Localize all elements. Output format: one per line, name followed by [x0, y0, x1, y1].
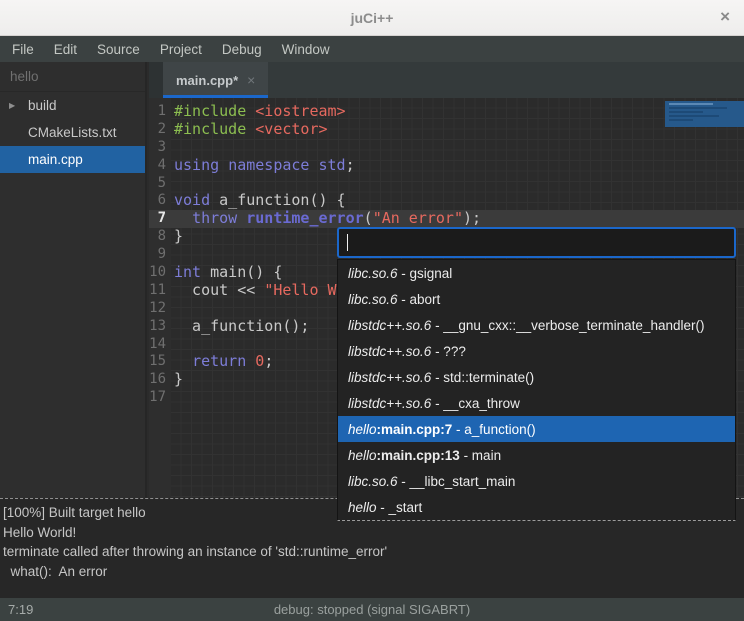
- expander-icon[interactable]: ▶: [9, 92, 15, 119]
- titlebar: juCi++ ×: [0, 0, 744, 36]
- menu-project[interactable]: Project: [150, 39, 212, 60]
- menu-file[interactable]: File: [2, 39, 44, 60]
- app-window: juCi++ × File Edit Source Project Debug …: [0, 0, 744, 621]
- code-line[interactable]: 4using namespace std;: [149, 157, 744, 175]
- line-number: 9: [149, 246, 171, 264]
- menu-edit[interactable]: Edit: [44, 39, 87, 60]
- sidebar-item-build[interactable]: ▶ build: [0, 92, 145, 119]
- backtrace-item[interactable]: libstdc++.so.6 - ???: [338, 338, 735, 364]
- project-sidebar: hello ▶ build CMakeLists.txt main.cpp: [0, 62, 147, 498]
- line-number: 11: [149, 282, 171, 300]
- sidebar-item-cmakelists[interactable]: CMakeLists.txt: [0, 119, 145, 146]
- code-line[interactable]: 2#include <vector>: [149, 121, 744, 139]
- line-number: 16: [149, 371, 171, 389]
- code-line[interactable]: 1#include <iostream>: [149, 103, 744, 121]
- backtrace-popup: libc.so.6 - gsignallibc.so.6 - abortlibs…: [337, 227, 736, 521]
- code-line[interactable]: 6void a_function() {: [149, 192, 744, 210]
- line-number: 17: [149, 389, 171, 407]
- line-number: 6: [149, 192, 171, 210]
- project-name: hello: [0, 62, 145, 92]
- line-number: 8: [149, 228, 171, 246]
- line-number: 12: [149, 300, 171, 318]
- minimap[interactable]: [665, 101, 744, 127]
- menu-window[interactable]: Window: [272, 39, 340, 60]
- line-number: 3: [149, 139, 171, 157]
- menubar: File Edit Source Project Debug Window: [0, 36, 744, 62]
- line-number: 13: [149, 318, 171, 336]
- backtrace-item[interactable]: libstdc++.so.6 - __gnu_cxx::__verbose_te…: [338, 312, 735, 338]
- sidebar-item-main-cpp[interactable]: main.cpp: [0, 146, 145, 173]
- backtrace-item[interactable]: hello:main.cpp:13 - main: [338, 442, 735, 468]
- line-number: 1: [149, 103, 171, 121]
- tabbar-spacer: [149, 62, 163, 98]
- tab-main-cpp[interactable]: main.cpp* ×: [163, 62, 268, 98]
- window-title: juCi++: [0, 0, 744, 36]
- line-number: 4: [149, 157, 171, 175]
- tab-close-icon[interactable]: ×: [247, 72, 255, 88]
- backtrace-item[interactable]: libstdc++.so.6 - std::terminate(): [338, 364, 735, 390]
- backtrace-item[interactable]: hello - _start: [338, 494, 735, 520]
- backtrace-item[interactable]: hello:main.cpp:7 - a_function(): [338, 416, 735, 442]
- debug-status: debug: stopped (signal SIGABRT): [0, 598, 744, 621]
- menu-source[interactable]: Source: [87, 39, 150, 60]
- code-line[interactable]: 3: [149, 139, 744, 157]
- tabbar: main.cpp* ×: [149, 62, 744, 98]
- line-number: 14: [149, 336, 171, 354]
- backtrace-item[interactable]: libc.so.6 - gsignal: [338, 260, 735, 286]
- backtrace-item[interactable]: libc.so.6 - __libc_start_main: [338, 468, 735, 494]
- statusbar: 7:19 debug: stopped (signal SIGABRT): [0, 598, 744, 621]
- backtrace-list: libc.so.6 - gsignallibc.so.6 - abortlibs…: [337, 259, 736, 521]
- close-icon[interactable]: ×: [720, 0, 730, 34]
- terminal-line: Hello World!: [3, 523, 741, 543]
- line-number: 5: [149, 175, 171, 193]
- line-number: 7: [149, 210, 171, 228]
- backtrace-item[interactable]: libc.so.6 - abort: [338, 286, 735, 312]
- code-line[interactable]: 7 throw runtime_error("An error");: [149, 210, 744, 228]
- backtrace-item[interactable]: libstdc++.so.6 - __cxa_throw: [338, 390, 735, 416]
- line-number: 2: [149, 121, 171, 139]
- menu-debug[interactable]: Debug: [212, 39, 272, 60]
- line-number: 15: [149, 353, 171, 371]
- terminal-line: terminate called after throwing an insta…: [3, 542, 741, 562]
- line-number: 10: [149, 264, 171, 282]
- backtrace-search-input[interactable]: [337, 227, 736, 258]
- code-line[interactable]: 5: [149, 175, 744, 193]
- text-caret: [347, 234, 348, 251]
- terminal-line: what(): An error: [3, 562, 741, 582]
